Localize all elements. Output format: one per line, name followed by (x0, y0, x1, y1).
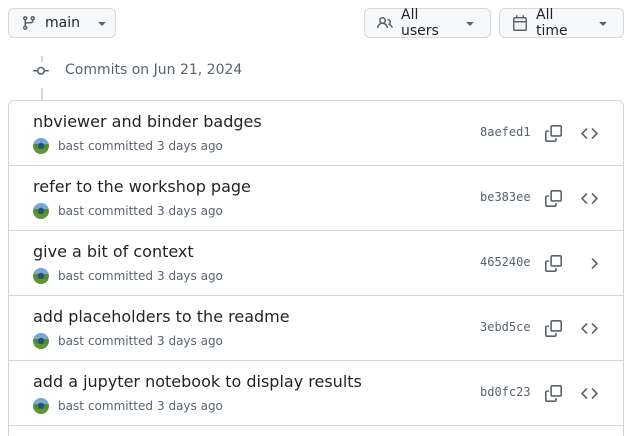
commit-title-link[interactable]: give a bit of context (33, 242, 194, 261)
commit-author-link[interactable]: bast (58, 139, 84, 153)
avatar[interactable] (33, 268, 49, 284)
commit-sha-link[interactable]: 3ebd5ce (480, 320, 531, 334)
code-icon (581, 255, 598, 272)
commit-time: 3 days ago (157, 399, 223, 413)
copy-icon (544, 254, 562, 272)
time-filter-label: All time (536, 7, 568, 39)
browse-repo-button[interactable] (578, 187, 600, 209)
commit-meta: bast committed 3 days ago (33, 398, 223, 414)
copy-icon (544, 124, 562, 142)
commit-action: committed (87, 334, 153, 348)
commit-author-link[interactable]: bast (58, 269, 84, 283)
copy-sha-button[interactable] (542, 187, 564, 209)
commit-meta: bast committed 3 days ago (33, 333, 223, 349)
commit-author-link[interactable]: bast (58, 399, 84, 413)
commits-page: main All users All time Commits on Jun 2… (0, 0, 631, 436)
commit-title-link[interactable]: refer to the workshop page (33, 177, 251, 196)
commit-action: committed (87, 269, 153, 283)
commit-title-link[interactable]: nbviewer and binder badges (33, 112, 262, 131)
code-icon (580, 320, 598, 337)
commit-author-link[interactable]: bast (58, 334, 84, 348)
commit-time: 3 days ago (157, 334, 223, 348)
code-icon (580, 385, 598, 402)
commit-row: refer to the workshop page bast committe… (9, 166, 623, 231)
commit-row: give a bit of context bast committed 3 d… (9, 231, 623, 296)
avatar[interactable] (33, 333, 49, 349)
users-filter-label: All users (401, 7, 439, 39)
commit-row: nbviewer and binder badges bast committe… (9, 101, 623, 166)
branch-select-button[interactable]: main (8, 8, 116, 38)
commit-sha-link[interactable]: bd0fc23 (480, 385, 531, 399)
branch-label: main (45, 15, 80, 31)
commit-title-link[interactable]: add placeholders to the readme (33, 307, 290, 326)
git-commit-icon (33, 63, 49, 79)
commit-action: committed (87, 399, 153, 413)
timeline-line-bottom (41, 88, 43, 100)
code-icon (580, 190, 598, 207)
commit-action: committed (87, 139, 153, 153)
calendar-icon (512, 15, 528, 31)
avatar[interactable] (33, 203, 49, 219)
commit-author-link[interactable]: bast (58, 204, 84, 218)
commit-time: 3 days ago (157, 269, 223, 283)
browse-repo-button[interactable] (578, 122, 600, 144)
commit-meta: bast committed 3 days ago (33, 138, 223, 154)
commit-row: add a jupyter notebook to display result… (9, 361, 623, 426)
timeline-line-top (41, 56, 43, 62)
browse-repo-button[interactable] (578, 317, 600, 339)
copy-icon (544, 384, 562, 402)
commit-sha-link[interactable]: 8aefed1 (480, 125, 531, 139)
commit-meta: bast committed 3 days ago (33, 268, 223, 284)
commit-action: committed (87, 204, 153, 218)
triangle-down-icon (462, 15, 478, 31)
triangle-down-icon (595, 15, 611, 31)
copy-sha-button[interactable] (542, 122, 564, 144)
commit-list: nbviewer and binder badges bast committe… (8, 100, 624, 436)
commit-title-link[interactable]: add a jupyter notebook to display result… (33, 372, 362, 391)
commit-group-title: Commits on Jun 21, 2024 (65, 62, 243, 78)
avatar[interactable] (33, 138, 49, 154)
commit-row: add placeholders to the readme bast comm… (9, 296, 623, 361)
commit-sha-link[interactable]: 465240e (480, 255, 531, 269)
code-icon (580, 125, 598, 142)
browse-repo-button[interactable] (578, 382, 600, 404)
copy-icon (544, 319, 562, 337)
avatar[interactable] (33, 398, 49, 414)
git-branch-icon (21, 15, 37, 31)
commit-time: 3 days ago (157, 139, 223, 153)
people-icon (377, 15, 393, 31)
commit-sha-link[interactable]: be383ee (480, 190, 531, 204)
copy-icon (544, 189, 562, 207)
triangle-down-icon (94, 15, 110, 31)
users-filter-button[interactable]: All users (364, 7, 491, 39)
copy-sha-button[interactable] (542, 382, 564, 404)
copy-sha-button[interactable] (542, 317, 564, 339)
copy-sha-button[interactable] (542, 252, 564, 274)
commit-time: 3 days ago (157, 204, 223, 218)
commit-meta: bast committed 3 days ago (33, 203, 223, 219)
time-filter-button[interactable]: All time (499, 7, 624, 39)
browse-repo-button[interactable] (578, 252, 600, 274)
